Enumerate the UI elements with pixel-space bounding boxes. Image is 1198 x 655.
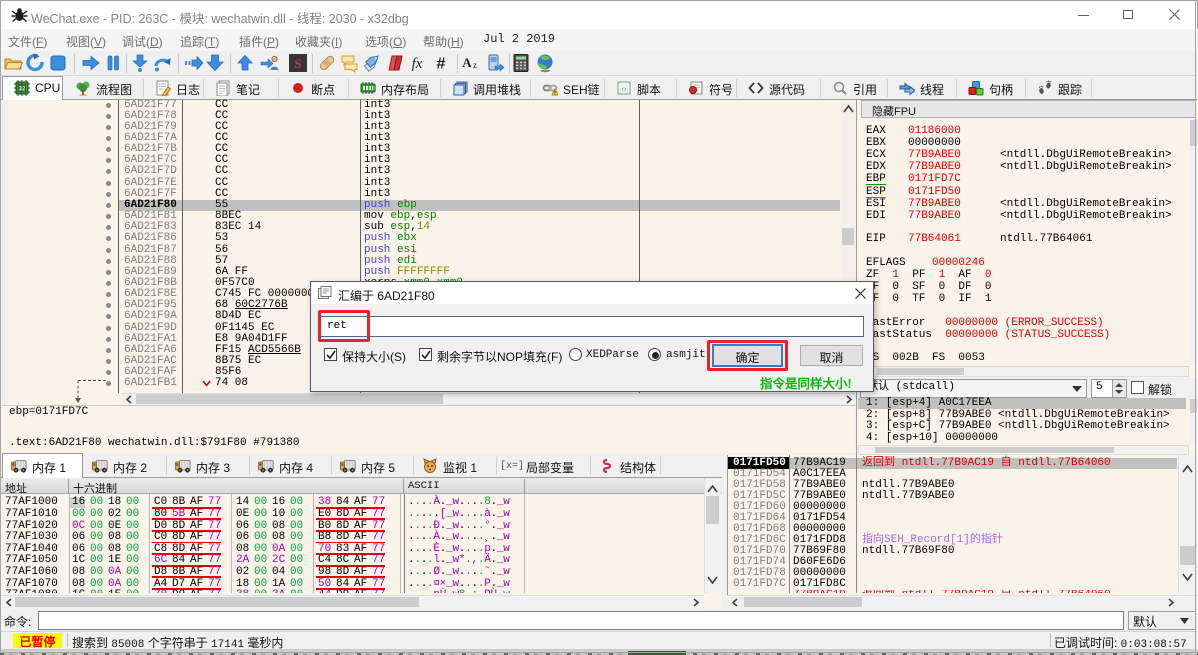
svg-text:A: A xyxy=(462,55,472,70)
svg-text:#: # xyxy=(437,56,446,73)
svg-text:S: S xyxy=(294,56,301,71)
svg-text:‹›: ‹› xyxy=(622,86,627,93)
svg-text:fx: fx xyxy=(412,56,423,72)
svg-text:32: 32 xyxy=(19,87,26,93)
svg-text:z: z xyxy=(473,60,477,70)
